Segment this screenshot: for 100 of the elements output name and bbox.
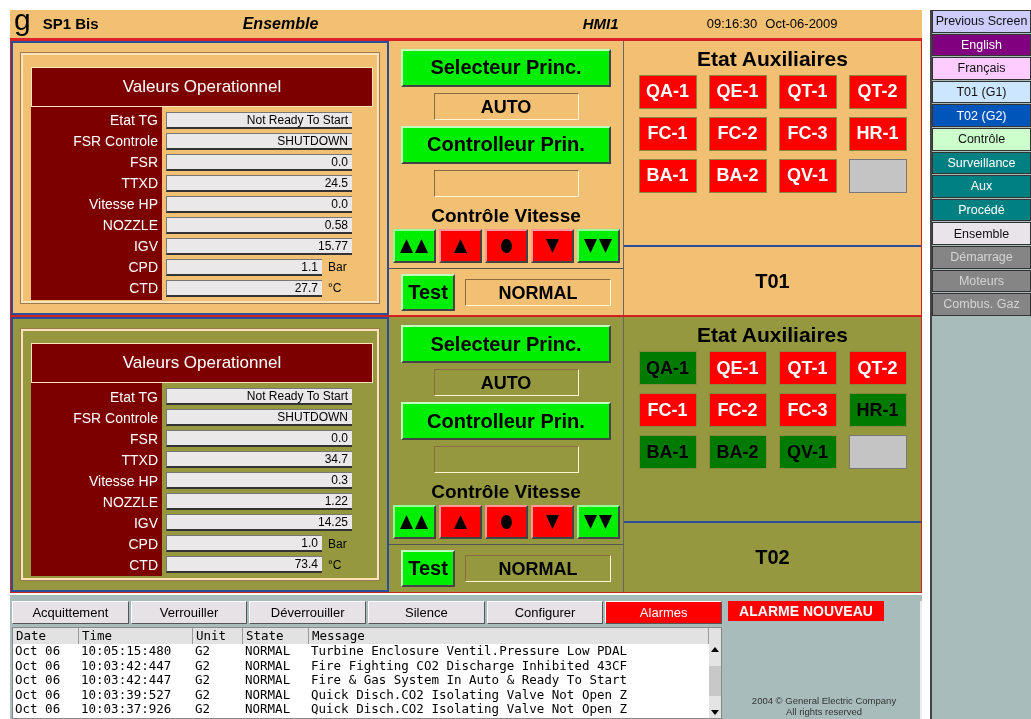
unit-label: Bar (328, 537, 347, 551)
value-label: Etat TG (109, 389, 159, 405)
value-label: Vitesse HP (88, 473, 159, 489)
value-field: 15.77 (166, 237, 352, 255)
value-label: FSR (129, 431, 159, 447)
alarm-tab[interactable]: Acquittement (12, 601, 129, 624)
column-header[interactable]: Date (13, 628, 79, 644)
table-cell-text: G2 (194, 687, 212, 702)
nav-button[interactable]: Contrôle (932, 127, 1031, 151)
status-tile (848, 158, 907, 193)
speed-button[interactable] (438, 505, 482, 540)
controller-button[interactable]: Controlleur Prin. (401, 402, 611, 441)
nav-button[interactable]: T01 (G1) (932, 80, 1031, 104)
value-field: 1.1 (166, 258, 322, 276)
value-label: FSR Controle (72, 410, 159, 426)
value-label: NOZZLE (101, 494, 159, 510)
alarm-tab[interactable]: Déverrouiller (249, 601, 366, 624)
unit-label: °C (328, 558, 342, 572)
dot-icon (500, 238, 512, 253)
value-label: CPD (127, 536, 159, 552)
status-tile: QA-1 (638, 351, 697, 386)
status-display: NORMAL (465, 278, 611, 306)
status-tile: QT-2 (848, 351, 907, 386)
value-field: 34.7 (166, 451, 352, 469)
table-cell-text: Fire & Gas System In Auto & Ready To Start (310, 673, 629, 688)
value-label: IGV (132, 238, 159, 255)
speed-button[interactable] (576, 505, 620, 540)
status-tile: FC-2 (708, 393, 767, 428)
alarm-tab[interactable]: Configurer (486, 601, 604, 624)
nav-button[interactable]: Procédé (932, 198, 1031, 222)
table-cell-text: 10:03:42:447 (80, 673, 173, 688)
speed-button[interactable] (438, 228, 482, 263)
nav-button[interactable]: Français (932, 57, 1031, 80)
alarm-tab[interactable]: Verrouiller (130, 601, 248, 624)
status-tile: QT-2 (848, 74, 907, 109)
double-down-triangle-icon (584, 238, 612, 253)
status-tile: FC-1 (638, 116, 697, 151)
selector-button[interactable]: Selecteur Princ. (401, 325, 611, 364)
column-header[interactable]: Time (79, 628, 193, 644)
value-field: 14.25 (166, 514, 352, 532)
status-tile: FC-3 (778, 116, 837, 151)
alarm-tab[interactable]: Alarmes (605, 601, 723, 624)
nav-button[interactable]: English (932, 33, 1031, 57)
nav-button[interactable]: T02 (G2) (932, 104, 1031, 127)
section-title: Etat Auxiliaires (697, 46, 848, 71)
section-title: Etat Auxiliaires (697, 323, 848, 348)
value-label: FSR Controle (72, 133, 159, 150)
table-cell-text: G2 (194, 644, 212, 659)
value-label: CPD (127, 259, 159, 276)
table-cell-text: NORMAL (244, 658, 292, 673)
copyright-text: 2004 © General Electric Company (751, 695, 897, 706)
selector-button[interactable]: Selecteur Princ. (401, 48, 611, 87)
down-triangle-icon (545, 238, 559, 253)
status-tile: QV-1 (778, 158, 837, 193)
double-up-triangle-icon (400, 515, 428, 530)
value-field: 73.4 (166, 556, 322, 574)
dot-icon (500, 515, 512, 530)
double-up-triangle-icon (400, 238, 428, 253)
alarm-tab[interactable]: Silence (368, 601, 485, 624)
nav-button[interactable]: Previous Screen (932, 10, 1031, 33)
speed-button[interactable] (530, 228, 574, 263)
table-cell-text: 10:03:42:447 (80, 658, 173, 673)
status-tile: QE-1 (708, 74, 767, 109)
table-cell-text: G2 (194, 658, 212, 673)
speed-button[interactable] (576, 228, 620, 263)
nav-button[interactable]: Ensemble (932, 222, 1031, 245)
speed-button[interactable] (392, 505, 436, 540)
value-field: SHUTDOWN (166, 132, 352, 150)
double-down-triangle-icon (584, 515, 612, 530)
speed-button[interactable] (484, 228, 528, 263)
scrollbar[interactable] (709, 644, 721, 718)
table-cell-text: Oct 06 (14, 658, 62, 673)
table-cell-text: Quick Disch.CO2 Isolating Valve Not Open Z (310, 687, 629, 702)
section-title: Contrôle Vitesse (431, 204, 581, 227)
nav-button[interactable]: Aux (932, 175, 1031, 198)
test-button[interactable]: Test (401, 550, 455, 588)
screen-title: Ensemble (242, 14, 320, 33)
status-display: AUTO (433, 369, 579, 397)
status-tile: FC-1 (638, 393, 697, 428)
speed-button[interactable] (392, 228, 436, 263)
speed-button[interactable] (484, 505, 528, 540)
value-field: 1.0 (166, 535, 322, 553)
clock-date: Oct-06-2009 (765, 16, 838, 32)
column-header[interactable]: Message (309, 628, 709, 644)
status-tile: BA-1 (638, 158, 697, 193)
site-name: SP1 Bis (42, 15, 100, 33)
test-button[interactable]: Test (401, 273, 455, 311)
speed-button[interactable] (530, 505, 574, 540)
status-tile: HR-1 (848, 116, 907, 151)
value-label: TTXD (120, 452, 159, 468)
table-cell-text: 10:05:15:480 (80, 644, 173, 659)
status-tile: HR-1 (848, 393, 907, 428)
column-header[interactable]: State (243, 628, 309, 644)
table-cell-text: Oct 06 (14, 687, 62, 702)
nav-button[interactable]: Surveillance (932, 151, 1031, 175)
column-header[interactable]: Unit (193, 628, 243, 644)
unit-label: Bar (328, 260, 347, 275)
value-field: 27.7 (166, 279, 322, 297)
controller-button[interactable]: Controlleur Prin. (401, 125, 611, 164)
value-label: CTD (128, 280, 159, 297)
